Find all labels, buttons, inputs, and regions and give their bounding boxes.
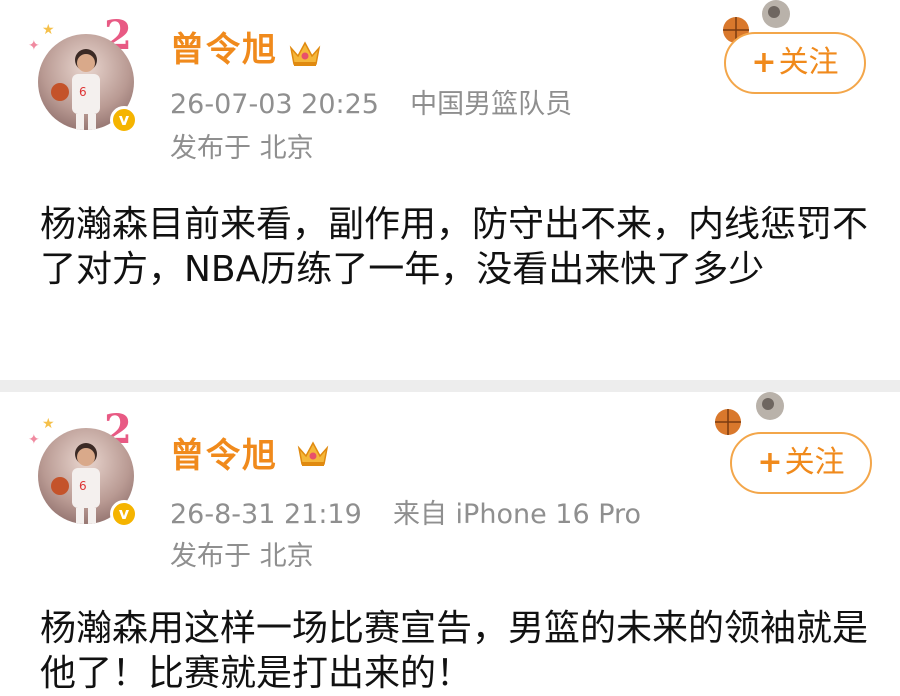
avatar-frame[interactable]: ✦ ★ 2 6 v bbox=[28, 410, 146, 528]
post-source: 中国男篮队员 bbox=[410, 89, 573, 120]
post-meta: 26-07-03 20:25 中国男篮队员 bbox=[170, 88, 572, 122]
post-time: 26-8-31 21:19 bbox=[170, 499, 362, 530]
verified-badge-icon: v bbox=[110, 500, 138, 528]
plus-icon: + bbox=[751, 45, 777, 80]
avatar-frame[interactable]: ✦ ★ 2 6 v bbox=[28, 16, 146, 134]
post-time: 26-07-03 20:25 bbox=[170, 89, 379, 120]
svg-text:6: 6 bbox=[79, 479, 87, 493]
post-source: 来自 iPhone 16 Pro bbox=[392, 499, 642, 530]
svg-text:6: 6 bbox=[79, 85, 87, 99]
follow-button[interactable]: +关注 bbox=[730, 432, 872, 494]
crown-icon bbox=[289, 41, 321, 66]
post-content: 杨瀚森目前来看，副作用，防守出不来，内线惩罚不了对方，NBA历练了一年，没看出来… bbox=[40, 204, 869, 290]
post-content: 杨瀚森用这样一场比赛宣告，男篮的未来的领袖就是他了！比赛就是打出来的！ bbox=[40, 608, 869, 694]
author-name[interactable]: 曾令旭 bbox=[170, 436, 278, 476]
post-meta: 26-8-31 21:19 来自 iPhone 16 Pro bbox=[170, 498, 641, 532]
verified-badge-icon: v bbox=[110, 106, 138, 134]
post-location: 发布于 北京 bbox=[170, 541, 314, 572]
author-name[interactable]: 曾令旭 bbox=[170, 30, 278, 70]
follow-button[interactable]: +关注 bbox=[724, 32, 866, 94]
follow-label: 关注 bbox=[778, 45, 839, 80]
weibo-post: ✦ ★ 2 6 v 曾令旭 26-8-31 21:19 来自 iPhone 16… bbox=[0, 392, 900, 694]
basketball-badge-icon bbox=[715, 392, 784, 435]
weibo-post: ✦ ★ 2 6 v 曾令旭 26-07-03 20:25 中国男篮队员 发布于 … bbox=[0, 0, 900, 380]
crown-icon bbox=[297, 441, 329, 466]
follow-label: 关注 bbox=[784, 445, 845, 480]
post-divider bbox=[0, 380, 900, 392]
post-location: 发布于 北京 bbox=[170, 133, 314, 164]
plus-icon: + bbox=[757, 445, 783, 480]
